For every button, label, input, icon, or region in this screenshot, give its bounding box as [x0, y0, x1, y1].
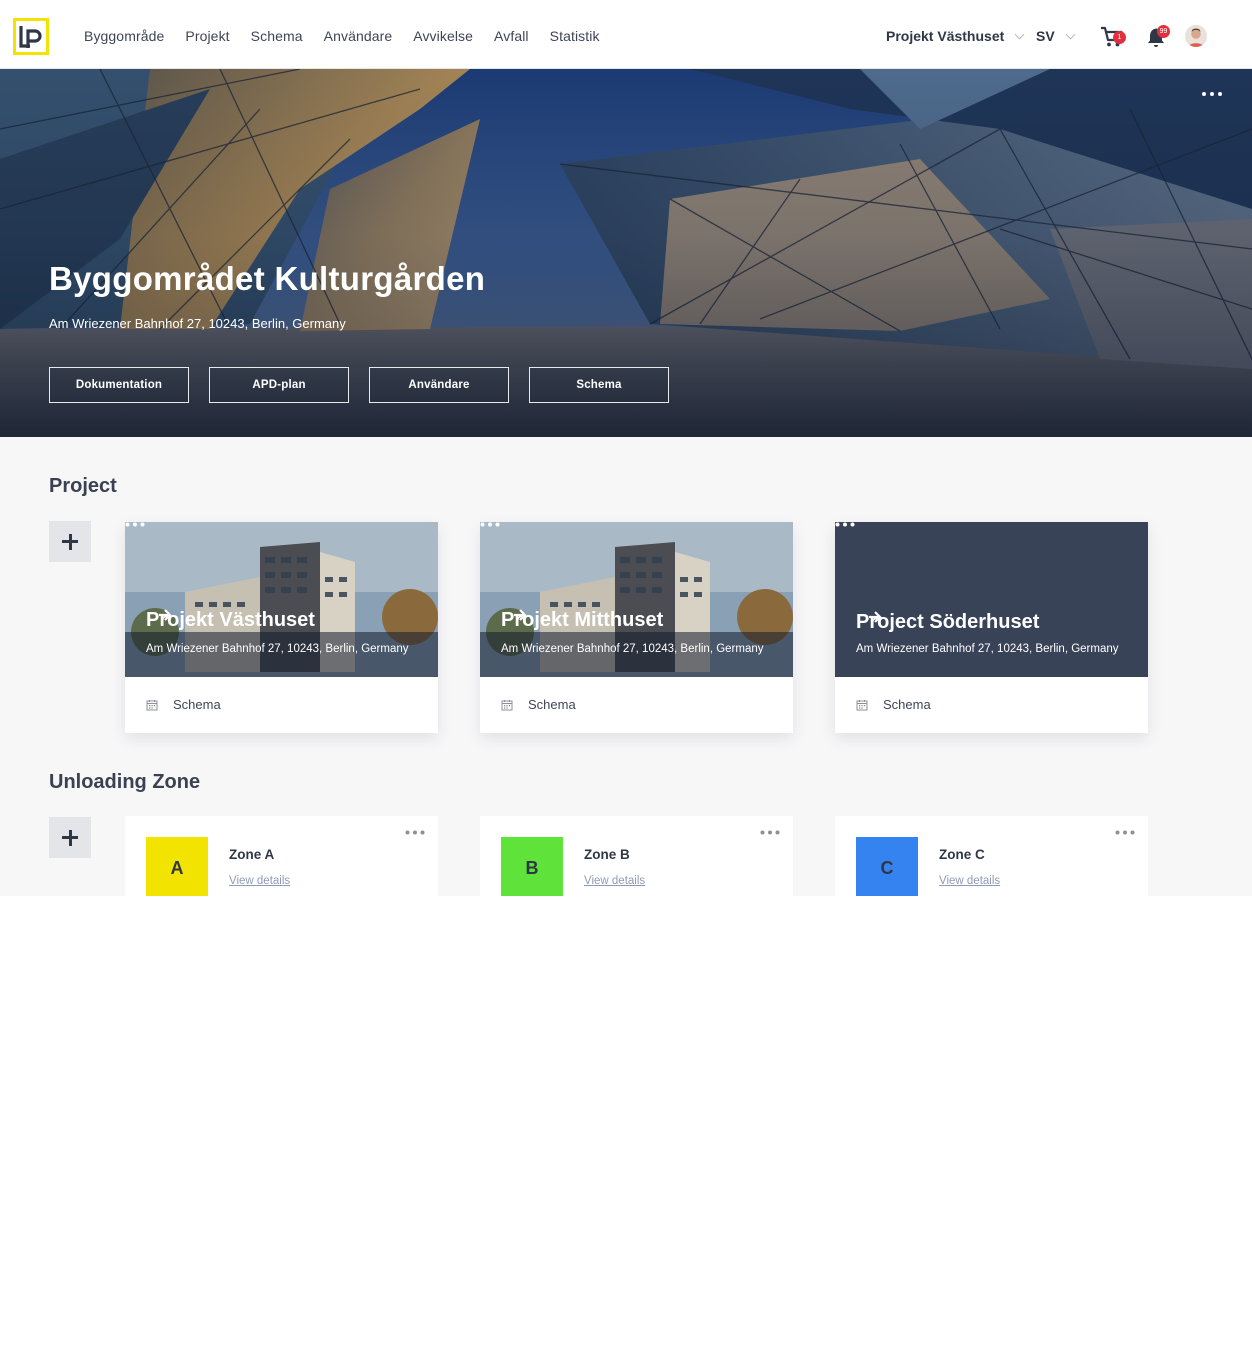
avatar-image [1185, 25, 1207, 47]
more-options-icon[interactable] [480, 522, 500, 527]
logo-mark [19, 26, 42, 48]
project-image: Projekt Västhuset Am Wriezener Bahnhof 2… [125, 522, 438, 677]
nav-item-byggomrade[interactable]: Byggområde [84, 28, 164, 44]
zone-badge: A [146, 837, 208, 896]
zone-card[interactable]: B Zone B View details [480, 816, 793, 896]
project-schedule-link[interactable]: Schema [856, 697, 931, 712]
project-selector[interactable]: Projekt Västhuset [886, 28, 1025, 44]
blank-area [0, 896, 1252, 1362]
zone-name: Zone C [939, 847, 985, 862]
project-schedule-link[interactable]: Schema [501, 697, 576, 712]
user-avatar[interactable] [1185, 25, 1207, 47]
schedule-button[interactable]: Schema [529, 367, 669, 403]
calendar-icon [501, 699, 513, 710]
more-options-icon[interactable] [835, 522, 855, 527]
unloading-zone-heading: Unloading Zone [49, 771, 201, 793]
users-button[interactable]: Användare [369, 367, 509, 403]
language-selector[interactable]: SV [1036, 28, 1076, 44]
language-label: SV [1036, 28, 1055, 44]
main-nav: Byggområde Projekt Schema Användare Avvi… [84, 28, 621, 44]
project-image: Projekt Mitthuset Am Wriezener Bahnhof 2… [480, 522, 793, 677]
arrow-right-icon [869, 611, 882, 623]
main-content: Project Projekt Västhuset Am Wriezener B… [0, 437, 1252, 896]
add-zone-button[interactable] [49, 817, 91, 858]
notifications-button[interactable]: 99 [1145, 24, 1171, 50]
view-details-link[interactable]: View details [229, 875, 290, 887]
apd-plan-button[interactable]: APD-plan [209, 367, 349, 403]
zone-badge: C [856, 837, 918, 896]
view-details-link[interactable]: View details [939, 875, 1000, 887]
calendar-icon [856, 699, 868, 710]
project-card[interactable]: Projekt Mitthuset Am Wriezener Bahnhof 2… [480, 522, 793, 733]
chevron-down-icon [1014, 29, 1025, 39]
documentation-button[interactable]: Dokumentation [49, 367, 189, 403]
zone-card[interactable]: C Zone C View details [835, 816, 1148, 896]
hero-button-group: Dokumentation APD-plan Användare Schema [49, 367, 669, 403]
nav-item-projekt[interactable]: Projekt [185, 28, 229, 44]
chevron-down-icon [1065, 29, 1076, 39]
project-schedule-link[interactable]: Schema [146, 697, 221, 712]
project-title-link[interactable]: Projekt Mitthuset [501, 609, 663, 632]
project-card[interactable]: Project Söderhuset Am Wriezener Bahnhof … [835, 522, 1148, 733]
nav-item-avvikelse[interactable]: Avvikelse [413, 28, 473, 44]
more-options-icon[interactable] [405, 830, 425, 835]
cart-badge: 1 [1113, 31, 1126, 44]
notifications-badge: 99 [1157, 25, 1170, 38]
nav-item-avfall[interactable]: Avfall [494, 28, 529, 44]
nav-item-statistik[interactable]: Statistik [550, 28, 600, 44]
site-title: Byggområdet Kulturgården [49, 260, 486, 297]
zone-name: Zone B [584, 847, 630, 862]
project-schedule-label: Schema [883, 697, 931, 712]
zone-name: Zone A [229, 847, 275, 862]
arrow-right-icon [514, 609, 527, 621]
project-schedule-label: Schema [173, 697, 221, 712]
zone-badge: B [501, 837, 563, 896]
view-details-link[interactable]: View details [584, 875, 645, 887]
nav-item-schema[interactable]: Schema [251, 28, 303, 44]
arrow-right-icon [159, 609, 172, 621]
project-title-link[interactable]: Projekt Västhuset [146, 609, 315, 632]
more-options-icon[interactable] [1115, 830, 1135, 835]
logo[interactable] [13, 18, 49, 55]
project-title: Project Söderhuset [856, 611, 1040, 633]
project-address: Am Wriezener Bahnhof 27, 10243, Berlin, … [856, 643, 1119, 655]
project-selector-label: Projekt Västhuset [886, 28, 1005, 44]
top-navigation-bar: Byggområde Projekt Schema Användare Avvi… [0, 0, 1252, 69]
more-options-icon[interactable] [1201, 91, 1223, 97]
projects-heading: Project [49, 475, 117, 497]
hero-banner: Byggområdet Kulturgården Am Wriezener Ba… [0, 69, 1252, 437]
project-address: Am Wriezener Bahnhof 27, 10243, Berlin, … [501, 643, 764, 655]
cart-button[interactable]: 1 [1099, 24, 1126, 50]
zone-card[interactable]: A Zone A View details [125, 816, 438, 896]
more-options-icon[interactable] [125, 522, 145, 527]
project-card[interactable]: Projekt Västhuset Am Wriezener Bahnhof 2… [125, 522, 438, 733]
project-image-placeholder: Project Söderhuset Am Wriezener Bahnhof … [835, 522, 1148, 677]
project-schedule-label: Schema [528, 697, 576, 712]
project-title-link[interactable]: Project Söderhuset [856, 611, 1039, 634]
more-options-icon[interactable] [760, 830, 780, 835]
nav-item-anvandare[interactable]: Användare [324, 28, 393, 44]
calendar-icon [146, 699, 158, 710]
site-address: Am Wriezener Bahnhof 27, 10243, Berlin, … [49, 316, 346, 331]
project-address: Am Wriezener Bahnhof 27, 10243, Berlin, … [146, 643, 409, 655]
add-project-button[interactable] [49, 521, 91, 562]
